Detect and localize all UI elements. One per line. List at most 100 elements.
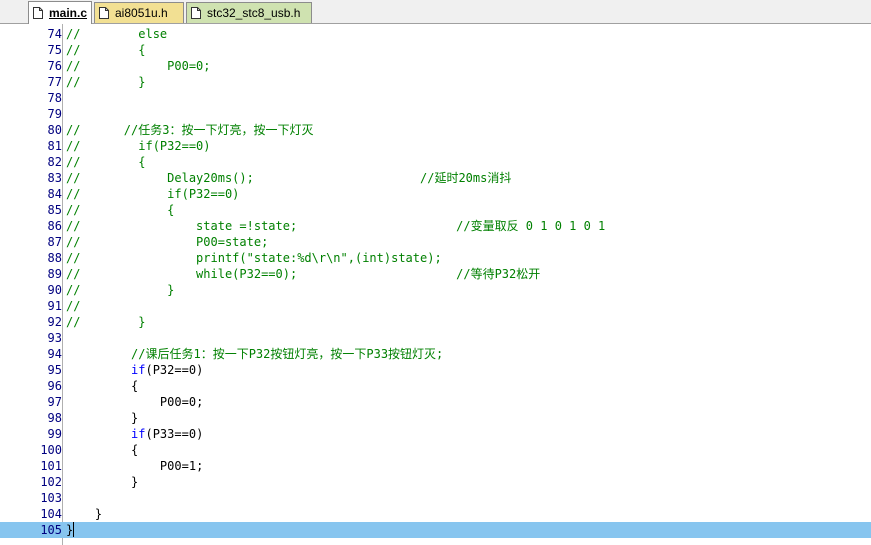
code-text: // else: [66, 26, 167, 42]
line-number: 98: [47, 411, 62, 425]
code-line[interactable]: 98 }: [0, 410, 871, 426]
document-icon: [33, 7, 43, 19]
code-line[interactable]: 74 // else: [0, 26, 871, 42]
code-line[interactable]: 81 // if(P32==0): [0, 138, 871, 154]
code-line[interactable]: 101 P00=1;: [0, 458, 871, 474]
code-text: }: [66, 474, 138, 490]
code-line[interactable]: 93: [0, 330, 871, 346]
code-line[interactable]: 76 // P00=0;: [0, 58, 871, 74]
line-number: 85: [47, 203, 62, 217]
line-number: 103: [40, 491, 62, 505]
line-number: 97: [47, 395, 62, 409]
code-token-comment: // }: [66, 315, 146, 329]
code-text: }: [66, 410, 138, 426]
code-line[interactable]: 97 P00=0;: [0, 394, 871, 410]
line-number: 80: [47, 123, 62, 137]
tab-label: main.c: [49, 6, 88, 20]
code-token-normal: ): [196, 427, 204, 441]
line-number: 82: [47, 155, 62, 169]
code-text: //: [66, 298, 80, 314]
code-line-current[interactable]: 105}: [0, 522, 871, 538]
line-number: 81: [47, 139, 62, 153]
code-line[interactable]: 82 // {: [0, 154, 871, 170]
line-number: 96: [47, 379, 62, 393]
code-token-num: 1: [188, 459, 197, 473]
code-line[interactable]: 99 if(P33==0): [0, 426, 871, 442]
line-number: 87: [47, 235, 62, 249]
tab-label: ai8051u.h: [115, 6, 168, 20]
code-token-comment: // Delay20ms(); //延时20ms消抖: [66, 171, 512, 185]
code-line[interactable]: 80 // //任务3：按一下灯亮，按一下灯灭: [0, 122, 871, 138]
code-token-normal: (P32==: [145, 363, 189, 377]
tab-main-c[interactable]: main.c: [28, 1, 92, 24]
code-line[interactable]: 84 // if(P32==0): [0, 186, 871, 202]
line-number: 78: [47, 91, 62, 105]
code-line[interactable]: 104 }: [0, 506, 871, 522]
line-number: 102: [40, 475, 62, 489]
code-text: // if(P32==0): [66, 138, 211, 154]
code-token-comment: // while(P32==0); //等待P32松开: [66, 267, 541, 281]
code-token-comment: // {: [66, 203, 175, 217]
code-token-normal: {: [66, 379, 139, 393]
tab-ai8051u-h[interactable]: ai8051u.h: [94, 2, 184, 23]
code-token-normal: P00=: [66, 395, 189, 409]
code-text: if(P32==0): [66, 362, 203, 378]
code-token-comment: // }: [66, 75, 146, 89]
code-line[interactable]: 91 //: [0, 298, 871, 314]
code-token-normal: ;: [196, 459, 204, 473]
code-line[interactable]: 90 // }: [0, 282, 871, 298]
code-line[interactable]: 95 if(P32==0): [0, 362, 871, 378]
code-token-comment: // {: [66, 43, 146, 57]
code-line[interactable]: 83 // Delay20ms(); //延时20ms消抖: [0, 170, 871, 186]
code-line[interactable]: 88 // printf("state:%d\r\n",(int)state);: [0, 250, 871, 266]
code-text: {: [66, 442, 138, 458]
code-line[interactable]: 78: [0, 90, 871, 106]
code-editor[interactable]: 74 // else 75// {76// P00=0; 77 // } 78 79 80 //…: [0, 24, 871, 545]
code-token-num: 0: [188, 363, 197, 377]
line-number: 91: [47, 299, 62, 313]
code-token-num: 0: [188, 395, 197, 409]
tab-stc32-stc8-usb-h[interactable]: stc32_stc8_usb.h: [186, 2, 312, 23]
code-text: // {: [66, 154, 145, 170]
code-line[interactable]: 100 {: [0, 442, 871, 458]
code-line[interactable]: 103: [0, 490, 871, 506]
code-line[interactable]: 75 // {: [0, 42, 871, 58]
line-number: 84: [47, 187, 62, 201]
code-line[interactable]: 85 // {: [0, 202, 871, 218]
code-token-comment: // else: [66, 27, 168, 41]
code-token-normal: }: [66, 411, 139, 425]
code-line[interactable]: 79: [0, 106, 871, 122]
code-text: // state =!state; //变量取反 0 1 0 1 0 1: [66, 218, 605, 234]
code-text: // }: [66, 314, 145, 330]
code-line[interactable]: 94 //课后任务1：按一下P32按钮灯亮，按一下P33按钮灯灭;: [0, 346, 871, 362]
code-text: if(P33==0): [66, 426, 203, 442]
tab-label: stc32_stc8_usb.h: [207, 6, 301, 20]
code-text: {: [66, 378, 138, 394]
code-line[interactable]: 96 {: [0, 378, 871, 394]
line-number: 77: [47, 75, 62, 89]
code-text: }: [66, 522, 75, 538]
line-number: 83: [47, 171, 62, 185]
line-number: 100: [40, 443, 62, 457]
code-text: // {: [66, 202, 174, 218]
line-number: 74: [47, 27, 62, 41]
code-line[interactable]: 77 // }: [0, 74, 871, 90]
line-number: 99: [47, 427, 62, 441]
line-number: 101: [40, 459, 62, 473]
code-line[interactable]: 87 // P00=state;: [0, 234, 871, 250]
code-token-normal: (P33==: [145, 427, 189, 441]
code-text: // }: [66, 74, 145, 90]
code-line[interactable]: 102 }: [0, 474, 871, 490]
line-number: 88: [47, 251, 62, 265]
line-number: 94: [47, 347, 62, 361]
code-text: // Delay20ms(); //延时20ms消抖: [66, 170, 511, 186]
line-number: 104: [40, 507, 62, 521]
line-number: 105: [40, 523, 62, 537]
code-text: // }: [66, 282, 174, 298]
code-token-comment: // P00=0;: [66, 59, 211, 73]
code-line[interactable]: 92 // }: [0, 314, 871, 330]
code-line[interactable]: 89 // while(P32==0); //等待P32松开: [0, 266, 871, 282]
code-line[interactable]: 86 // state =!state; //变量取反 0 1 0 1 0 1: [0, 218, 871, 234]
code-token-comment: // //任务3：按一下灯亮，按一下灯灭: [66, 123, 314, 137]
code-token-comment: // if(P32==0): [66, 187, 240, 201]
